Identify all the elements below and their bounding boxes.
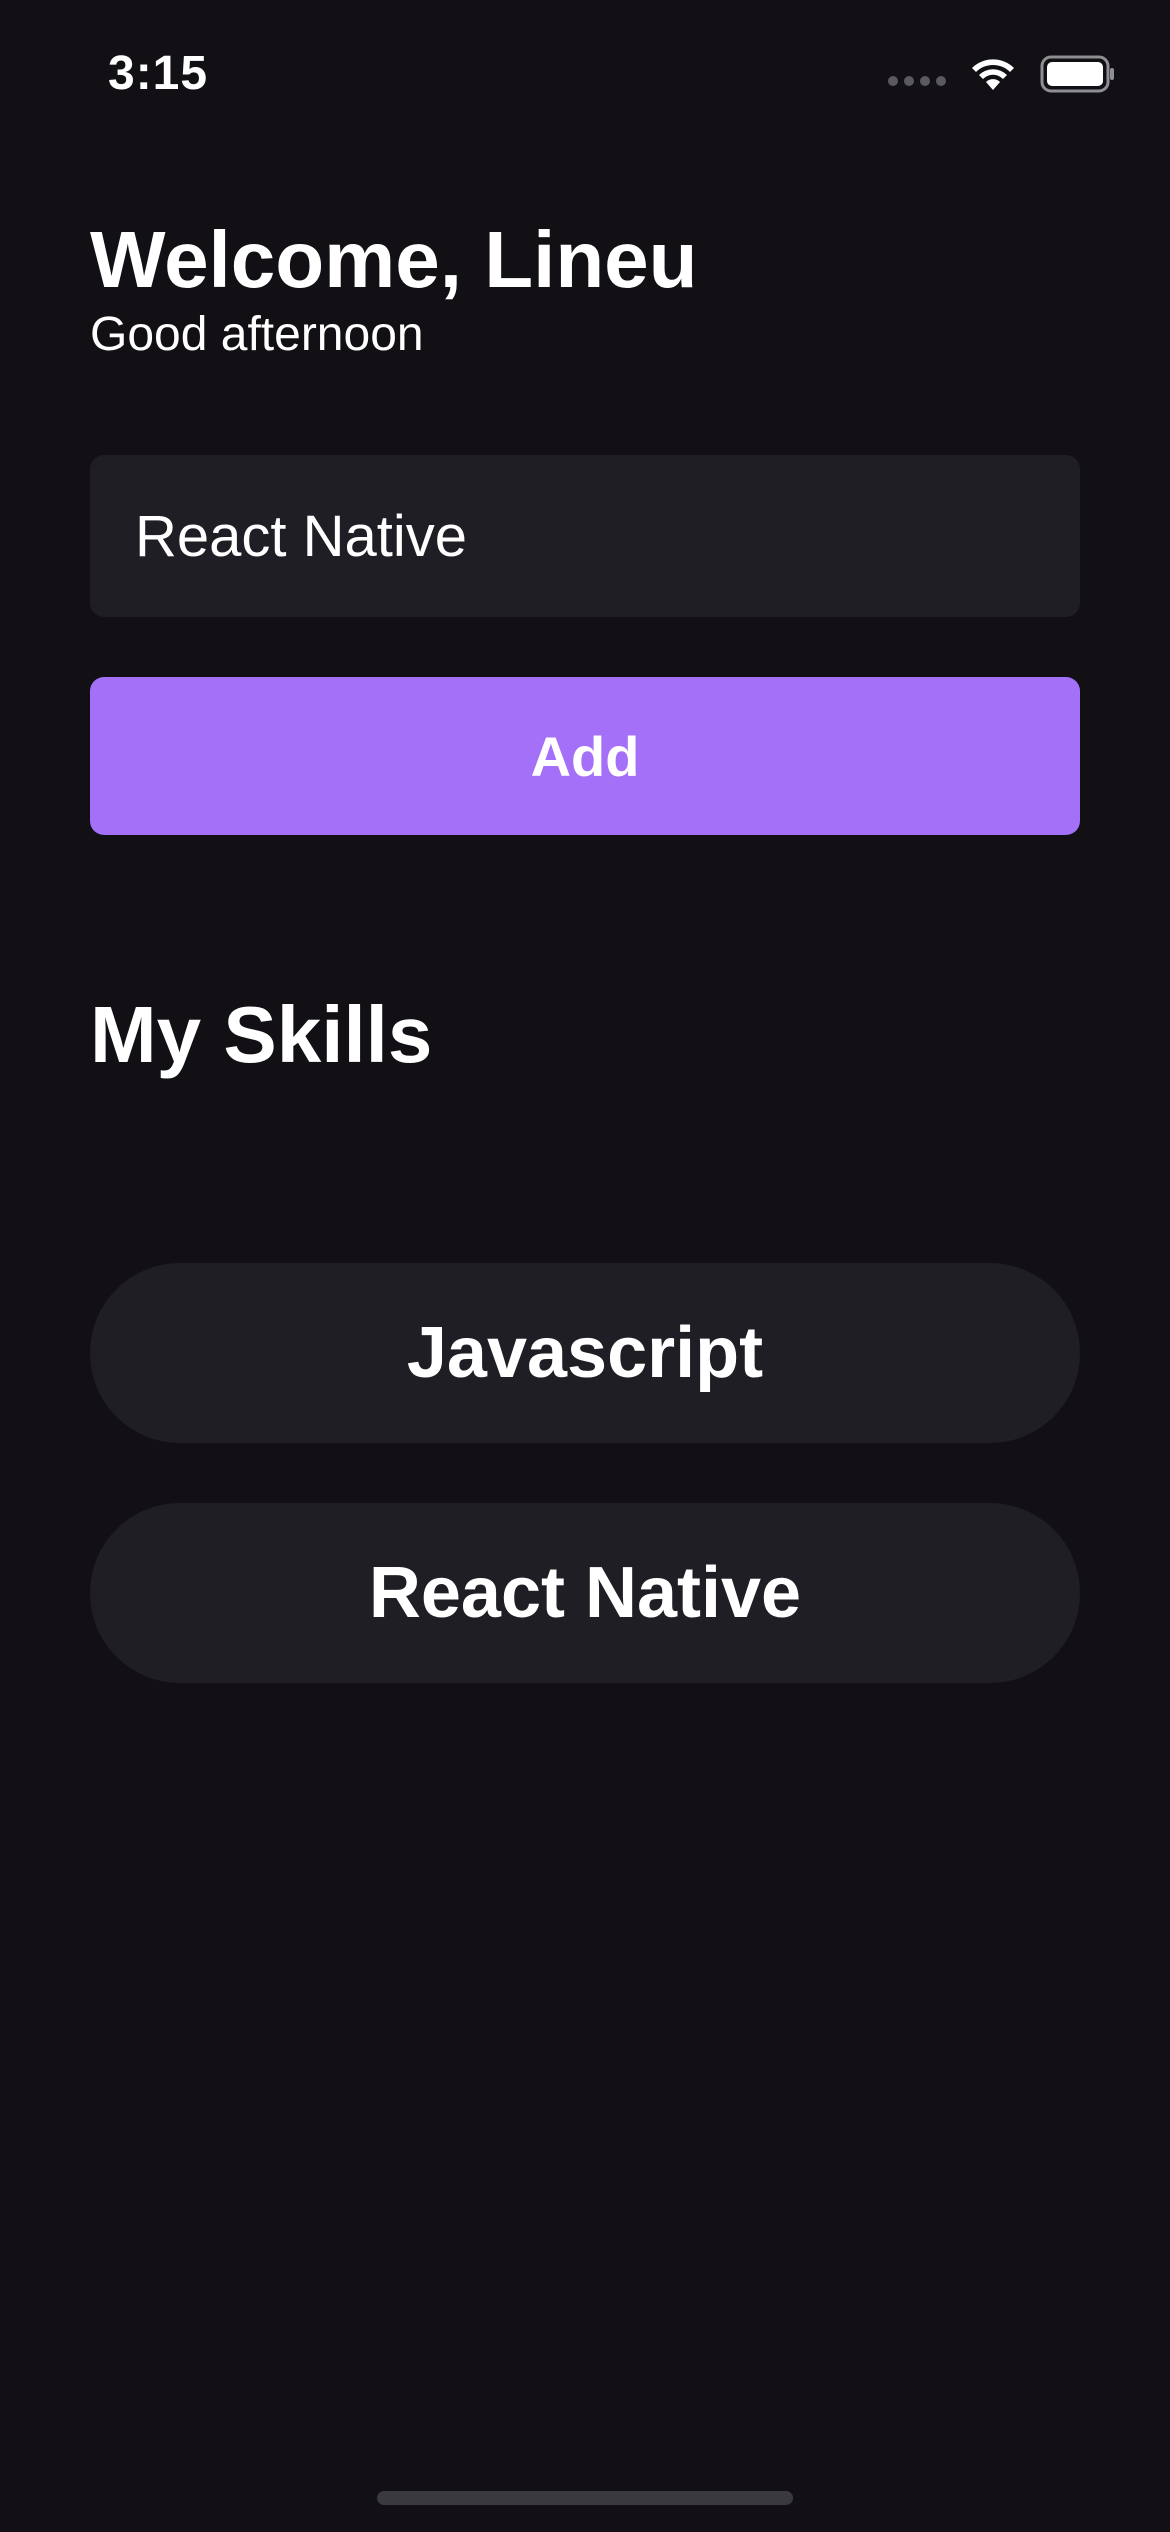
welcome-title: Welcome, Lineu (90, 215, 698, 304)
greeting-text: Good afternoon (90, 308, 424, 361)
home-indicator[interactable] (377, 2491, 793, 2505)
wifi-icon (972, 59, 1014, 90)
status-icons (888, 50, 1116, 98)
skill-card-react-native[interactable]: React Native (90, 1503, 1080, 1683)
battery-icon (1040, 55, 1114, 93)
status-bar: 3:15 (0, 0, 1170, 150)
skill-card-javascript[interactable]: Javascript (90, 1263, 1080, 1443)
status-time: 3:15 (108, 47, 209, 100)
skill-list: Javascript React Native (90, 1263, 1080, 1743)
new-skill-input[interactable] (90, 455, 1080, 617)
cellular-signal-icon (888, 76, 946, 86)
my-skills-title: My Skills (90, 990, 433, 1079)
add-button[interactable]: Add (90, 677, 1080, 835)
